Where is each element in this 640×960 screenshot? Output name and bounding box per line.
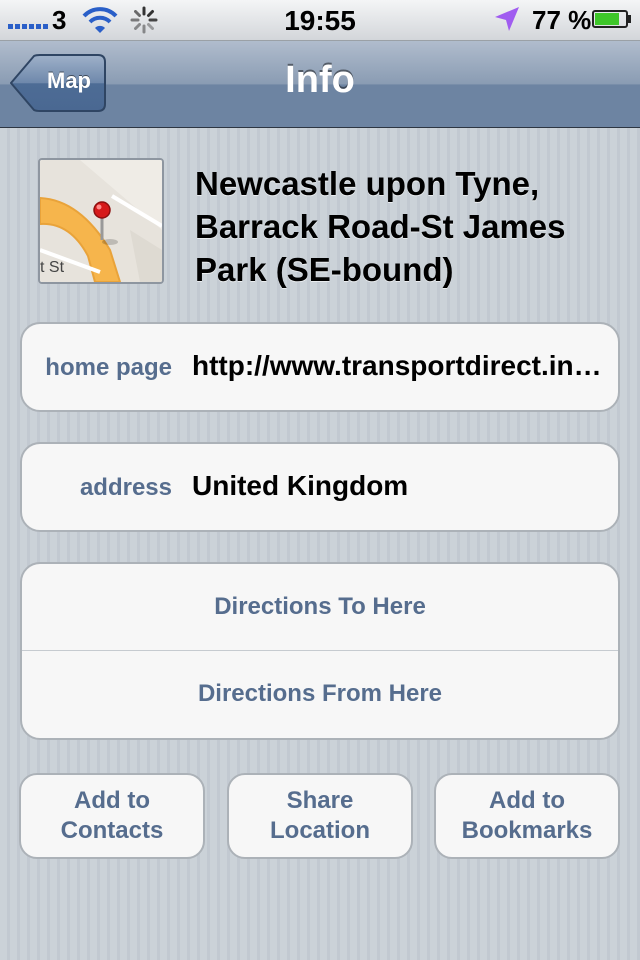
place-title: Newcastle upon Tyne, Barrack Road-St Jam… <box>195 165 566 288</box>
status-bar: 3 19:55 77 % <box>0 0 640 41</box>
battery-percent: 77 % <box>532 5 592 35</box>
directions-from-here-button[interactable]: Directions From Here <box>22 650 618 737</box>
add-to-bookmarks-label: Add to Bookmarks <box>461 787 593 844</box>
add-to-contacts-button[interactable]: Add to Contacts <box>19 773 205 859</box>
share-location-label: Share Location <box>270 787 370 844</box>
map-thumbnail-image: t St <box>40 160 162 282</box>
home-page-link[interactable]: http://www.transportdirect.info/ <box>192 350 604 382</box>
battery-icon <box>592 10 631 28</box>
map-thumb-street-label: t St <box>40 259 65 276</box>
address-label: address <box>79 474 172 501</box>
home-page-row[interactable]: home page http://www.transportdirect.inf… <box>22 324 618 410</box>
navigation-bar: Map Info <box>0 41 640 128</box>
add-to-bookmarks-button[interactable]: Add to Bookmarks <box>434 773 620 859</box>
page-title: Info <box>285 59 355 101</box>
location-arrow-icon <box>495 7 519 31</box>
home-page-label: home page <box>45 354 172 381</box>
directions-to-here-button[interactable]: Directions To Here <box>22 564 618 650</box>
directions-group: Directions To Here Directions From Here <box>20 562 620 740</box>
add-to-contacts-label: Add to Contacts <box>60 787 164 844</box>
home-page-group: home page http://www.transportdirect.inf… <box>20 322 620 412</box>
address-group: address United Kingdom <box>20 442 620 532</box>
map-thumbnail[interactable]: t St <box>38 158 164 284</box>
share-location-button[interactable]: Share Location <box>227 773 413 859</box>
address-value: United Kingdom <box>192 470 409 501</box>
address-row[interactable]: address United Kingdom <box>22 444 618 530</box>
